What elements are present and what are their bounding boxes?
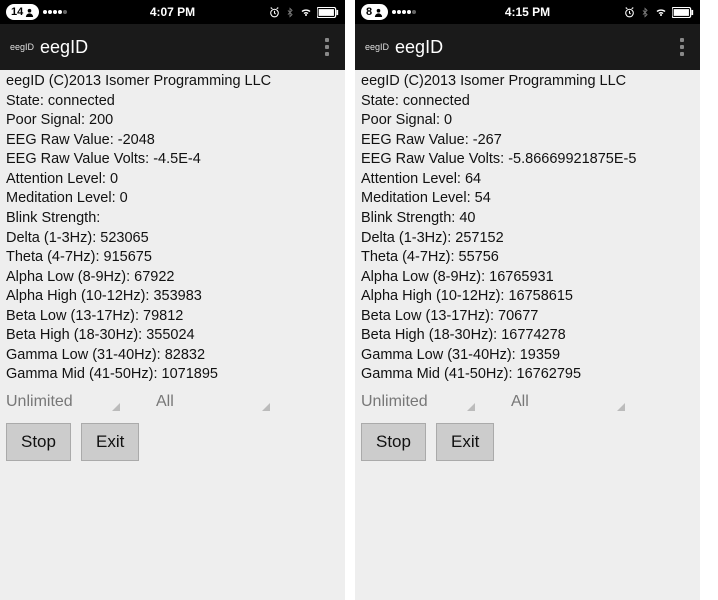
battery-icon — [317, 7, 339, 18]
delta-text: Delta (1-3Hz): 257152 — [361, 229, 694, 249]
signal-icon — [392, 10, 416, 14]
app-bar: eegID eegID — [355, 24, 700, 70]
button-row: Stop Exit — [361, 423, 694, 461]
battery-icon — [672, 7, 694, 18]
theta-text: Theta (4-7Hz): 55756 — [361, 248, 694, 268]
raw-value-text: EEG Raw Value: -267 — [361, 131, 694, 151]
app-logo: eegID — [10, 42, 34, 52]
raw-volts-text: EEG Raw Value Volts: -4.5E-4 — [6, 150, 339, 170]
dropdown-icon — [262, 403, 270, 411]
status-time: 4:07 PM — [150, 5, 195, 19]
raw-value-text: EEG Raw Value: -2048 — [6, 131, 339, 151]
state-text: State: connected — [361, 92, 694, 112]
content-area: eegID (C)2013 Isomer Programming LLC Sta… — [0, 70, 345, 600]
notification-count: 8 — [366, 6, 372, 18]
beta-low-text: Beta Low (13-17Hz): 70677 — [361, 307, 694, 327]
copyright-text: eegID (C)2013 Isomer Programming LLC — [361, 72, 694, 92]
gamma-low-text: Gamma Low (31-40Hz): 19359 — [361, 346, 694, 366]
alarm-icon — [268, 6, 281, 19]
app-bar-left: eegID eegID — [10, 37, 88, 58]
spinner-unlimited-label: Unlimited — [6, 391, 73, 413]
status-right — [268, 6, 339, 19]
app-title: eegID — [40, 37, 88, 58]
app-logo: eegID — [365, 42, 389, 52]
spinner-row: Unlimited All — [6, 391, 339, 413]
delta-text: Delta (1-3Hz): 523065 — [6, 229, 339, 249]
status-left: 8 — [361, 4, 416, 20]
notification-count: 14 — [11, 6, 23, 18]
bluetooth-icon — [640, 6, 650, 19]
button-row: Stop Exit — [6, 423, 339, 461]
poor-signal-text: Poor Signal: 200 — [6, 111, 339, 131]
alpha-high-text: Alpha High (10-12Hz): 16758615 — [361, 287, 694, 307]
person-icon — [25, 8, 34, 17]
app-bar: eegID eegID — [0, 24, 345, 70]
meditation-text: Meditation Level: 54 — [361, 189, 694, 209]
spinner-unlimited[interactable]: Unlimited — [361, 391, 471, 413]
status-left: 14 — [6, 4, 67, 20]
app-title: eegID — [395, 37, 443, 58]
gamma-low-text: Gamma Low (31-40Hz): 82832 — [6, 346, 339, 366]
spinner-all[interactable]: All — [156, 391, 266, 413]
wifi-icon — [654, 6, 668, 18]
dropdown-icon — [617, 403, 625, 411]
stop-button[interactable]: Stop — [361, 423, 426, 461]
notification-badge: 8 — [361, 4, 388, 20]
alpha-low-text: Alpha Low (8-9Hz): 16765931 — [361, 268, 694, 288]
beta-high-text: Beta High (18-30Hz): 16774278 — [361, 326, 694, 346]
gamma-mid-text: Gamma Mid (41-50Hz): 16762795 — [361, 365, 694, 385]
status-bar: 8 4:15 PM — [355, 0, 700, 24]
person-icon — [374, 8, 383, 17]
state-text: State: connected — [6, 92, 339, 112]
status-time: 4:15 PM — [505, 5, 550, 19]
alarm-icon — [623, 6, 636, 19]
dropdown-icon — [467, 403, 475, 411]
status-right — [623, 6, 694, 19]
dropdown-icon — [112, 403, 120, 411]
blink-text: Blink Strength: 40 — [361, 209, 694, 229]
beta-high-text: Beta High (18-30Hz): 355024 — [6, 326, 339, 346]
meditation-text: Meditation Level: 0 — [6, 189, 339, 209]
spinner-all-label: All — [156, 391, 174, 413]
alpha-low-text: Alpha Low (8-9Hz): 67922 — [6, 268, 339, 288]
alpha-high-text: Alpha High (10-12Hz): 353983 — [6, 287, 339, 307]
blink-text: Blink Strength: — [6, 209, 339, 229]
poor-signal-text: Poor Signal: 0 — [361, 111, 694, 131]
attention-text: Attention Level: 64 — [361, 170, 694, 190]
exit-button[interactable]: Exit — [436, 423, 494, 461]
spinner-all[interactable]: All — [511, 391, 621, 413]
notification-badge: 14 — [6, 4, 39, 20]
stop-button[interactable]: Stop — [6, 423, 71, 461]
wifi-icon — [299, 6, 313, 18]
status-bar: 14 4:07 PM — [0, 0, 345, 24]
spinner-row: Unlimited All — [361, 391, 694, 413]
gamma-mid-text: Gamma Mid (41-50Hz): 1071895 — [6, 365, 339, 385]
signal-icon — [43, 10, 67, 14]
theta-text: Theta (4-7Hz): 915675 — [6, 248, 339, 268]
bluetooth-icon — [285, 6, 295, 19]
content-area: eegID (C)2013 Isomer Programming LLC Sta… — [355, 70, 700, 600]
spinner-unlimited-label: Unlimited — [361, 391, 428, 413]
beta-low-text: Beta Low (13-17Hz): 79812 — [6, 307, 339, 327]
overflow-menu-button[interactable] — [674, 32, 690, 62]
attention-text: Attention Level: 0 — [6, 170, 339, 190]
phone-left: 14 4:07 PM e — [0, 0, 345, 600]
spinner-unlimited[interactable]: Unlimited — [6, 391, 116, 413]
phone-right: 8 4:15 PM ee — [355, 0, 700, 600]
overflow-menu-button[interactable] — [319, 32, 335, 62]
spinner-all-label: All — [511, 391, 529, 413]
app-bar-left: eegID eegID — [365, 37, 443, 58]
exit-button[interactable]: Exit — [81, 423, 139, 461]
raw-volts-text: EEG Raw Value Volts: -5.86669921875E-5 — [361, 150, 694, 170]
copyright-text: eegID (C)2013 Isomer Programming LLC — [6, 72, 339, 92]
